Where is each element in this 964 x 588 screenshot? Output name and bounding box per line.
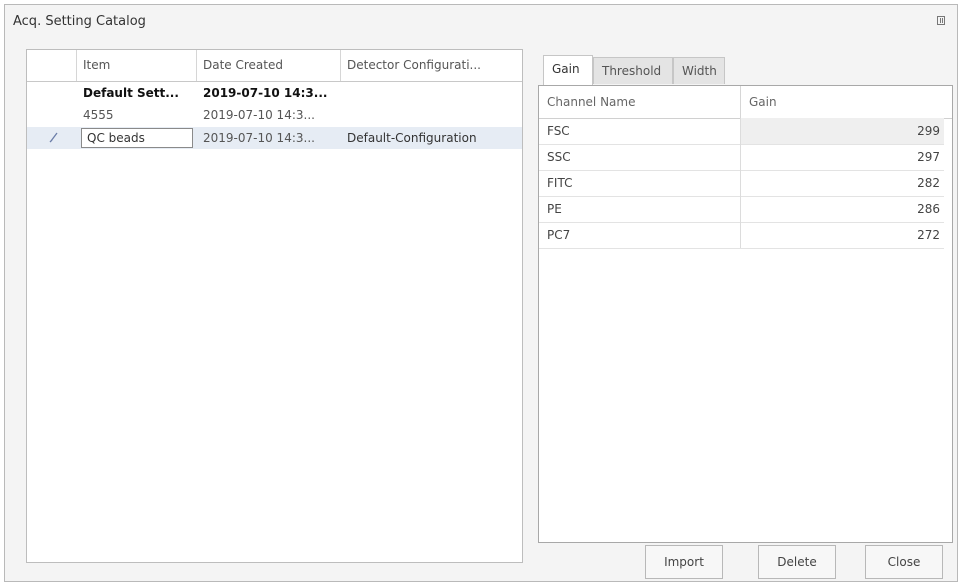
table-row[interactable]: PE 286 [539, 196, 944, 223]
table-row-selected[interactable]: QC beads 2019-07-10 14:3... Default-Conf… [27, 127, 522, 149]
column-header-date-created[interactable]: Date Created [197, 50, 341, 81]
channel-name-cell: FSC [539, 118, 741, 144]
item-cell: Default Sett... [83, 86, 179, 100]
date-cell: 2019-07-10 14:3... [203, 131, 315, 145]
gain-value-cell[interactable]: 297 [741, 144, 944, 170]
column-header-item[interactable]: Item [77, 50, 197, 81]
window-title: Acq. Setting Catalog [13, 14, 146, 29]
settings-table-header: Item Date Created Detector Configurati..… [27, 50, 522, 82]
config-cell: Default-Configuration [347, 131, 477, 145]
column-header-gain[interactable]: Gain [741, 86, 944, 118]
tab-width[interactable]: Width [673, 57, 725, 84]
column-header-detector-configuration[interactable]: Detector Configurati... [341, 50, 522, 81]
tab-threshold[interactable]: Threshold [593, 57, 673, 84]
date-cell: 2019-07-10 14:3... [203, 108, 315, 122]
column-header-channel-name[interactable]: Channel Name [539, 86, 741, 118]
channel-name-cell: FITC [539, 170, 741, 196]
item-name-edit-field[interactable]: QC beads [81, 128, 193, 148]
pin-icon[interactable] [937, 16, 945, 25]
tab-gain[interactable]: Gain [543, 55, 593, 85]
gain-value-cell[interactable]: 286 [741, 196, 944, 222]
gain-value-cell[interactable]: 299 [741, 118, 944, 144]
table-row[interactable]: SSC 297 [539, 144, 944, 171]
gain-table-header: Channel Name Gain [539, 86, 952, 119]
import-button[interactable]: Import [645, 545, 723, 579]
config-cell [341, 104, 522, 126]
table-row[interactable]: Default Sett... 2019-07-10 14:3... [27, 82, 522, 104]
delete-button[interactable]: Delete [758, 545, 836, 579]
item-cell: 4555 [83, 108, 114, 122]
gain-table: Channel Name Gain FSC 299 SSC 297 FITC 2… [538, 85, 953, 543]
channel-name-cell: PC7 [539, 222, 741, 248]
table-row[interactable]: PC7 272 [539, 222, 944, 249]
config-cell [341, 82, 522, 104]
table-row[interactable]: FSC 299 [539, 118, 944, 145]
date-cell: 2019-07-10 14:3... [203, 86, 328, 100]
acq-setting-catalog-window: Acq. Setting Catalog Item Date Created D… [4, 4, 958, 582]
channel-name-cell: SSC [539, 144, 741, 170]
settings-table: Item Date Created Detector Configurati..… [26, 49, 523, 563]
column-header-icon [27, 50, 77, 81]
edit-icon [49, 132, 58, 143]
table-row[interactable]: FITC 282 [539, 170, 944, 197]
close-button[interactable]: Close [865, 545, 943, 579]
gain-value-cell[interactable]: 272 [741, 222, 944, 248]
channel-name-cell: PE [539, 196, 741, 222]
table-row[interactable]: 4555 2019-07-10 14:3... [27, 104, 522, 126]
gain-value-cell[interactable]: 282 [741, 170, 944, 196]
